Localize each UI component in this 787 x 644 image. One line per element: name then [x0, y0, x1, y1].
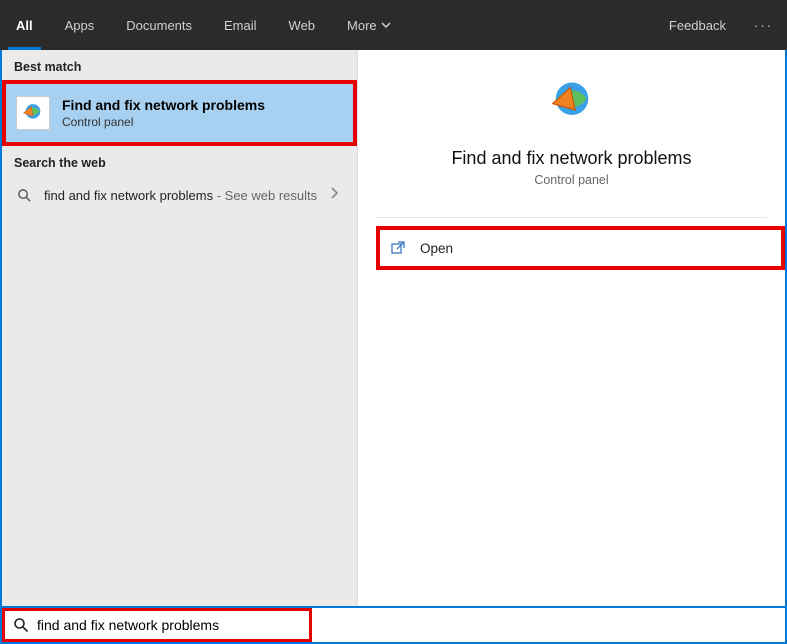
search-scope-tabs: All Apps Documents Email Web More Feedba… [0, 0, 787, 50]
tab-all[interactable]: All [0, 0, 49, 50]
tab-more-label: More [347, 18, 377, 33]
best-match-title: Find and fix network problems [62, 97, 265, 113]
best-match-result[interactable]: Find and fix network problems Control pa… [2, 80, 357, 146]
chevron-down-icon [381, 20, 391, 30]
web-result-query: find and fix network problems [44, 188, 213, 203]
search-icon [14, 188, 34, 203]
search-results-panel: Best match Find and fix network problems… [0, 50, 787, 606]
search-icon [13, 617, 29, 633]
search-input[interactable] [37, 617, 301, 633]
tab-more[interactable]: More [331, 0, 407, 50]
web-result-text: find and fix network problems - See web … [44, 187, 323, 205]
search-input-wrapper[interactable] [2, 608, 312, 642]
detail-subtitle: Control panel [358, 173, 785, 187]
result-detail-pane: Find and fix network problems Control pa… [357, 50, 785, 606]
open-icon [390, 240, 406, 256]
tab-apps[interactable]: Apps [49, 0, 111, 50]
divider [376, 217, 767, 218]
ellipsis-icon: ··· [754, 18, 773, 33]
feedback-link[interactable]: Feedback [655, 0, 740, 50]
web-result-suffix: - See web results [213, 188, 317, 203]
chevron-right-icon[interactable] [323, 186, 345, 205]
results-list: Best match Find and fix network problems… [2, 50, 357, 606]
best-match-text: Find and fix network problems Control pa… [62, 97, 265, 129]
tab-email[interactable]: Email [208, 0, 273, 50]
section-search-web: Search the web [2, 146, 357, 176]
search-bar [0, 606, 787, 644]
options-menu-button[interactable]: ··· [740, 0, 787, 50]
network-troubleshoot-icon [544, 74, 600, 130]
detail-title: Find and fix network problems [358, 148, 785, 169]
tab-web[interactable]: Web [273, 0, 332, 50]
tab-documents[interactable]: Documents [110, 0, 208, 50]
best-match-subtitle: Control panel [62, 115, 265, 129]
section-best-match: Best match [2, 50, 357, 80]
open-label: Open [420, 241, 453, 256]
web-search-result[interactable]: find and fix network problems - See web … [2, 176, 357, 215]
open-action[interactable]: Open [376, 226, 785, 270]
network-troubleshoot-icon [16, 96, 50, 130]
